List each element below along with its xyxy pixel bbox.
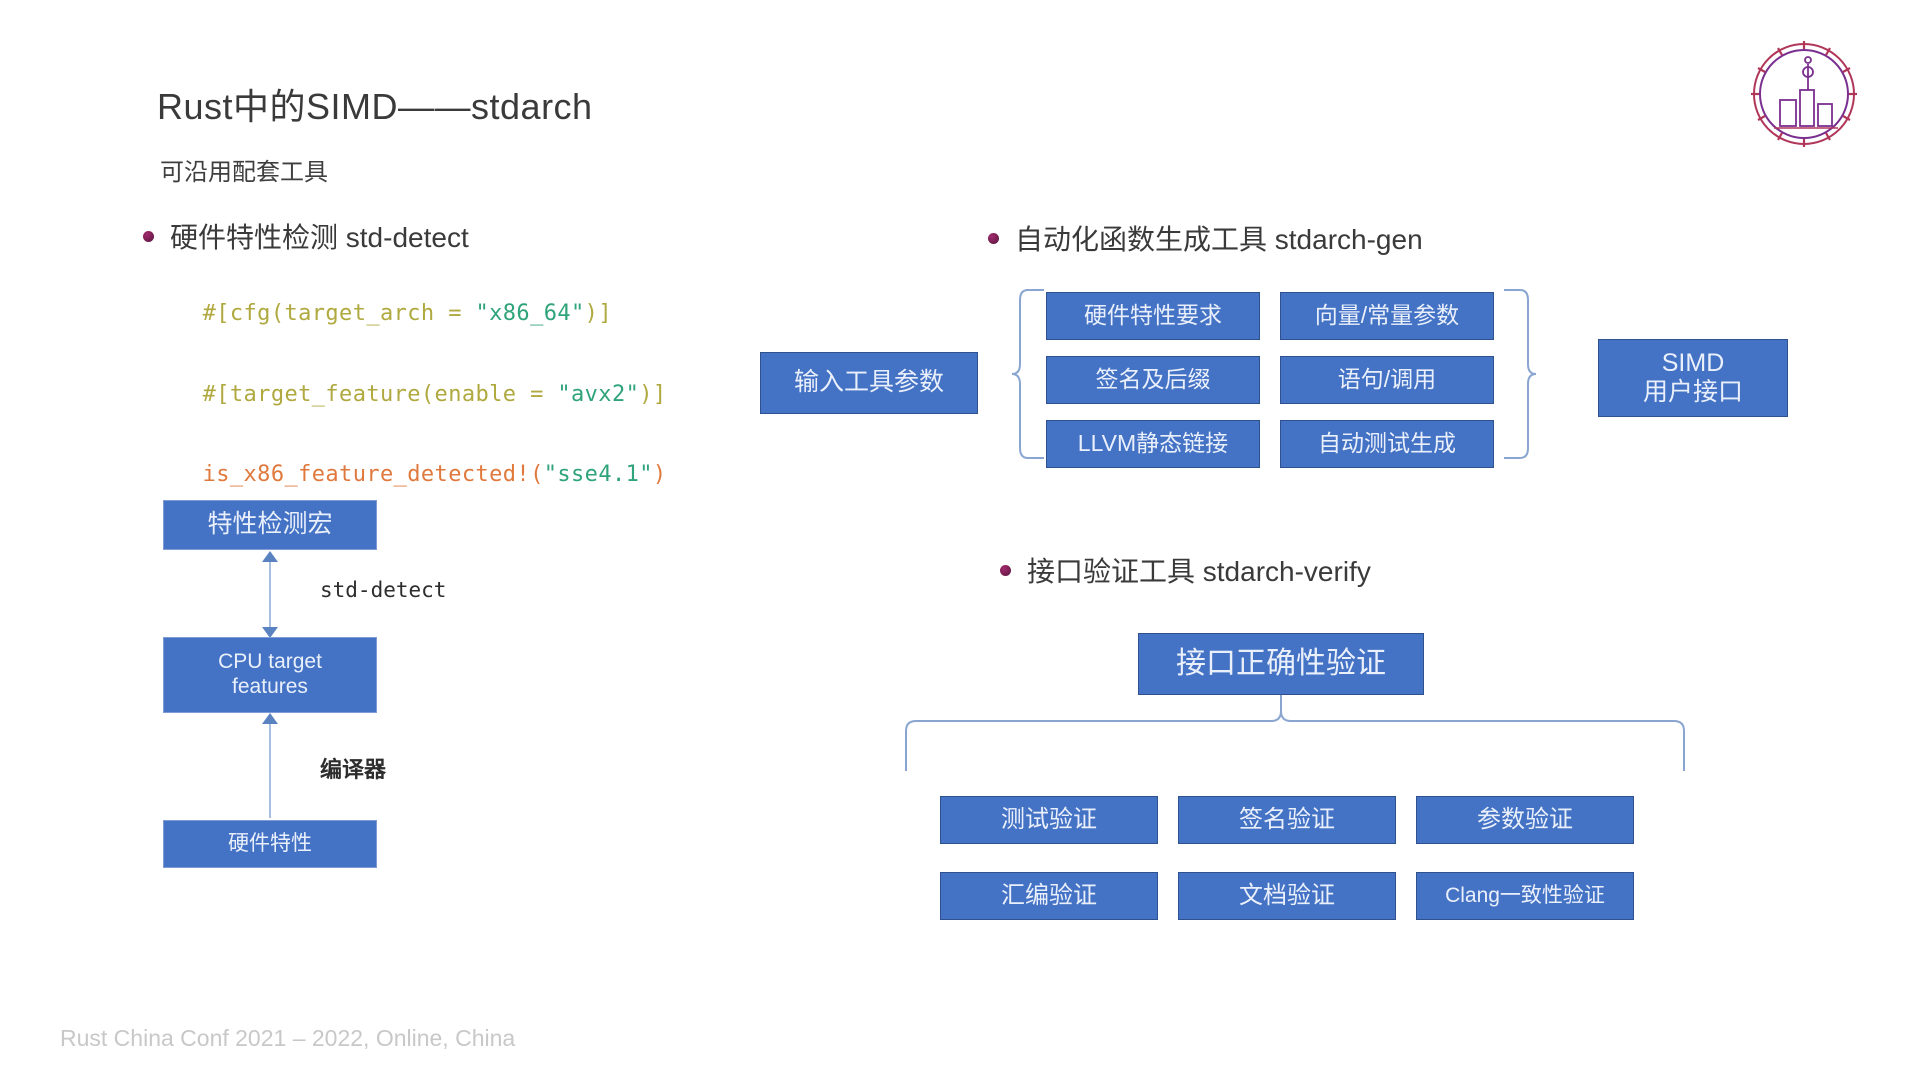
rust-china-conf-logo-icon bbox=[1748, 38, 1860, 150]
gen-box-simd-user-interface[interactable]: SIMD 用户接口 bbox=[1598, 339, 1788, 417]
gen-box-input-params[interactable]: 输入工具参数 bbox=[760, 352, 978, 414]
heading-stdarch-gen: 自动化函数生成工具 stdarch-gen bbox=[988, 218, 1423, 258]
flow-box-cpu-target-features[interactable]: CPU target features bbox=[163, 637, 377, 713]
heading-stdarch-verify: 接口验证工具 stdarch-verify bbox=[1000, 550, 1371, 590]
verify-branch-connector bbox=[900, 695, 1690, 781]
connector-line-2 bbox=[269, 718, 271, 818]
gen-box-vector-const-params[interactable]: 向量/常量参数 bbox=[1280, 292, 1494, 340]
slide-footer: Rust China Conf 2021 – 2022, Online, Chi… bbox=[60, 1025, 516, 1051]
simd-line2: 用户接口 bbox=[1642, 378, 1743, 406]
verify-box-test[interactable]: 测试验证 bbox=[940, 796, 1158, 844]
gen-box-hw-feature-req[interactable]: 硬件特性要求 bbox=[1046, 292, 1260, 340]
verify-box-interface-correctness[interactable]: 接口正确性验证 bbox=[1138, 633, 1424, 695]
gen-box-auto-test-gen[interactable]: 自动测试生成 bbox=[1280, 420, 1494, 468]
bullet-dot-icon bbox=[988, 232, 999, 244]
bracket-left bbox=[1010, 288, 1046, 460]
arrow-up-icon-1 bbox=[262, 551, 278, 562]
connector-line-1 bbox=[269, 556, 271, 634]
connector-label-compiler: 编译器 bbox=[320, 757, 387, 782]
cpu-target-line2: features bbox=[232, 675, 308, 698]
simd-line1: SIMD bbox=[1661, 348, 1725, 377]
slide-canvas: Rust中的SIMD——stdarch 可沿用配套工具 硬件特性检测 std-d… bbox=[0, 0, 1920, 1080]
bullet-dot-icon bbox=[143, 230, 154, 242]
verify-box-clang-consistency[interactable]: Clang一致性验证 bbox=[1416, 872, 1634, 920]
heading-std-detect: 硬件特性检测 std-detect bbox=[143, 216, 469, 256]
code-line-target-feature: #[target_feature(enable = "avx2")] bbox=[202, 382, 667, 407]
flow-box-hardware-feature[interactable]: 硬件特性 bbox=[163, 820, 377, 868]
bullet-dot-icon bbox=[1000, 564, 1011, 576]
verify-box-assembly[interactable]: 汇编验证 bbox=[940, 872, 1158, 920]
bracket-right bbox=[1502, 288, 1538, 460]
cpu-target-line1: CPU target bbox=[218, 650, 322, 674]
gen-box-llvm-static-link[interactable]: LLVM静态链接 bbox=[1046, 420, 1260, 468]
arrow-up-icon-2 bbox=[262, 713, 278, 724]
verify-box-parameter[interactable]: 参数验证 bbox=[1416, 796, 1634, 844]
verify-box-signature[interactable]: 签名验证 bbox=[1178, 796, 1396, 844]
gen-box-signature-suffix[interactable]: 签名及后缀 bbox=[1046, 356, 1260, 404]
code-line-cfg: #[cfg(target_arch = "x86_64")] bbox=[202, 301, 612, 326]
connector-label-std-detect: std-detect bbox=[320, 578, 447, 602]
gen-box-statement-call[interactable]: 语句/调用 bbox=[1280, 356, 1494, 404]
flow-box-feature-detect-macro[interactable]: 特性检测宏 bbox=[163, 500, 377, 550]
slide-title: Rust中的SIMD——stdarch bbox=[157, 86, 593, 127]
verify-box-document[interactable]: 文档验证 bbox=[1178, 872, 1396, 920]
slide-subtitle: 可沿用配套工具 bbox=[160, 159, 328, 186]
